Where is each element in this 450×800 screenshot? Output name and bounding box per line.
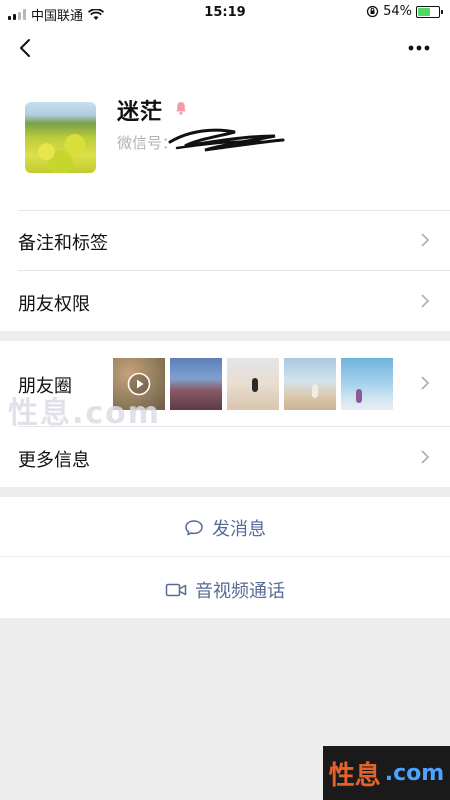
row-friend-permissions-label: 朋友权限 [18, 294, 90, 315]
chat-bubble-icon [185, 520, 203, 536]
row-friend-permissions[interactable]: 朋友权限 [0, 270, 450, 331]
watermark-logo-left: 性息 [328, 760, 381, 791]
avatar[interactable] [25, 102, 96, 173]
battery-icon [416, 5, 443, 18]
row-remark-tags[interactable]: 备注和标签 [0, 210, 450, 270]
moments-photo [341, 358, 393, 410]
row-remark-label: 备注和标签 [18, 233, 108, 254]
moments-photo [170, 358, 222, 410]
chevron-right-icon [421, 450, 430, 464]
chevron-right-icon [421, 233, 430, 247]
profile-name: 迷茫 [117, 100, 164, 125]
status-bar: 中国联通 15:19 54% [0, 0, 450, 26]
redaction-scribble [168, 128, 285, 152]
watermark-text: 性息.com [8, 396, 162, 431]
video-call-content: 音视频通话 [0, 577, 450, 603]
more-icon[interactable] [404, 36, 434, 60]
battery-percent: 54% [383, 4, 412, 19]
row-more-info-label: 更多信息 [18, 450, 90, 471]
status-right: 54% [366, 4, 443, 19]
moments-photo [227, 358, 279, 410]
moments-photo [284, 358, 336, 410]
watermark-logo: 性息 .com [323, 746, 450, 800]
watermark-logo-right: .com [384, 760, 445, 786]
row-more-info[interactable]: 更多信息 [0, 426, 450, 487]
lock-rotation-icon [366, 5, 379, 18]
send-message-label: 发消息 [212, 519, 266, 540]
chevron-right-icon [421, 294, 430, 308]
chevron-right-icon [421, 376, 430, 390]
video-call-label: 音视频通话 [195, 581, 285, 602]
send-message-button[interactable]: 发消息 [0, 497, 450, 556]
nav-bar [0, 26, 450, 70]
video-call-button[interactable]: 音视频通话 [0, 557, 450, 618]
profile-header: 迷茫 微信号： [0, 70, 450, 210]
video-camera-icon [165, 583, 187, 597]
send-message-content: 发消息 [0, 515, 450, 541]
back-icon[interactable] [14, 36, 38, 60]
female-icon [176, 102, 186, 115]
